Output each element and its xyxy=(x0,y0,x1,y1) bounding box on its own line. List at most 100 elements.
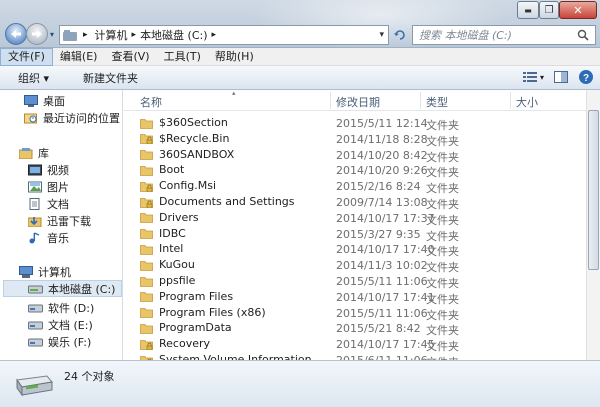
file-name-cell[interactable]: IDBC xyxy=(140,227,186,240)
table-row[interactable]: ProgramData 2015/5/21 8:42 文件夹 xyxy=(124,321,586,337)
menu-help[interactable]: 帮助(H) xyxy=(208,48,261,66)
address-segment-computer[interactable]: 计算机 xyxy=(95,27,128,43)
recent-pages-dropdown-icon[interactable]: ▾ xyxy=(50,30,54,39)
nav-item-libraries[interactable]: 库 xyxy=(19,144,49,161)
view-details-icon xyxy=(522,72,537,82)
table-row[interactable]: Documents and Settings 2009/7/14 13:08 文件夹 xyxy=(124,195,586,211)
nav-item-drive-d[interactable]: 软件 (D:) xyxy=(28,299,94,316)
file-name: ppsfile xyxy=(159,274,196,287)
close-button[interactable]: ✕ xyxy=(559,1,597,19)
organize-button[interactable]: 组织 ▾ xyxy=(0,70,59,86)
command-bar: 组织 ▾ 新建文件夹 ▾ ? xyxy=(0,66,600,90)
file-name-cell[interactable]: ppsfile xyxy=(140,274,195,287)
table-row[interactable]: ppsfile 2015/5/11 11:06 文件夹 xyxy=(124,274,586,290)
nav-item-videos[interactable]: 视频 xyxy=(28,161,69,178)
column-header-type[interactable]: 类型 xyxy=(426,94,448,110)
refresh-button[interactable] xyxy=(390,25,410,45)
table-row[interactable]: Config.Msi 2015/2/16 8:24 文件夹 xyxy=(124,179,586,195)
table-row[interactable]: $Recycle.Bin 2014/11/18 8:28 文件夹 xyxy=(124,132,586,148)
table-row[interactable]: Program Files (x86) 2015/5/11 11:06 文件夹 xyxy=(124,306,586,322)
column-divider[interactable] xyxy=(330,92,331,109)
search-input[interactable]: 搜索 本地磁盘 (C:) xyxy=(419,27,512,43)
nav-item-local-disk-c[interactable]: 本地磁盘 (C:) xyxy=(3,280,122,297)
file-date: 2014/10/17 17:41 xyxy=(336,290,435,304)
menu-view[interactable]: 查看(V) xyxy=(104,48,156,66)
table-row[interactable]: Program Files 2014/10/17 17:41 文件夹 xyxy=(124,290,586,306)
file-name-cell[interactable]: Recovery xyxy=(140,337,210,350)
address-root-arrow-icon[interactable]: ▸ xyxy=(83,30,88,40)
column-header-size[interactable]: 大小 xyxy=(516,94,538,110)
address-segment-drive-c[interactable]: 本地磁盘 (C:) xyxy=(140,27,207,43)
file-name-cell[interactable]: Program Files xyxy=(140,290,233,303)
file-name-cell[interactable]: Config.Msi xyxy=(140,179,216,192)
minimize-button[interactable]: ▬ xyxy=(517,1,539,19)
file-name-cell[interactable]: KuGou xyxy=(140,258,195,271)
table-row[interactable]: Intel 2014/10/17 17:40 文件夹 xyxy=(124,242,586,258)
scrollbar-thumb[interactable] xyxy=(588,110,599,270)
file-name-cell[interactable]: $Recycle.Bin xyxy=(140,132,229,145)
pictures-icon xyxy=(28,181,42,193)
file-name-cell[interactable]: 360SANDBOX xyxy=(140,148,234,161)
table-row[interactable]: Drivers 2014/10/17 17:37 文件夹 xyxy=(124,211,586,227)
folder-icon xyxy=(140,322,154,334)
forward-button[interactable] xyxy=(26,23,48,45)
file-name-cell[interactable]: ProgramData xyxy=(140,321,232,334)
file-name-cell[interactable]: Intel xyxy=(140,242,183,255)
table-row[interactable]: System Volume Information2015/6/11 11:06… xyxy=(124,353,586,360)
file-name: Drivers xyxy=(159,210,199,224)
column-header-name[interactable]: 名称 xyxy=(140,94,162,110)
address-bar[interactable]: ▸ 计算机 ▸ 本地磁盘 (C:) ▸ ▾ xyxy=(59,25,389,45)
table-row[interactable]: 360SANDBOX 2014/10/20 8:42 文件夹 xyxy=(124,148,586,164)
drive-icon xyxy=(28,284,43,294)
nav-item-pictures[interactable]: 图片 xyxy=(28,178,69,195)
nav-item-desktop[interactable]: 桌面 xyxy=(24,92,65,109)
file-name-cell[interactable]: Program Files (x86) xyxy=(140,306,266,319)
table-row[interactable]: KuGou 2014/11/3 10:02 文件夹 xyxy=(124,258,586,274)
table-row[interactable]: Boot 2014/10/20 9:26 文件夹 xyxy=(124,163,586,179)
nav-item-music[interactable]: 音乐 xyxy=(28,229,69,246)
table-row[interactable]: Recovery 2014/10/17 17:45 文件夹 xyxy=(124,337,586,353)
help-button[interactable]: ? xyxy=(578,69,594,85)
menu-tools[interactable]: 工具(T) xyxy=(157,48,208,66)
file-name: Intel xyxy=(159,242,184,256)
nav-item-drive-e[interactable]: 文档 (E:) xyxy=(28,316,93,333)
new-folder-button[interactable]: 新建文件夹 xyxy=(59,70,148,86)
menu-edit[interactable]: 编辑(E) xyxy=(53,48,105,66)
column-divider[interactable] xyxy=(420,92,421,109)
nav-item-recent-places[interactable]: 最近访问的位置 xyxy=(24,109,120,126)
preview-pane-button[interactable] xyxy=(554,71,568,83)
search-box[interactable]: 搜索 本地磁盘 (C:) xyxy=(412,25,596,45)
back-button[interactable] xyxy=(5,23,27,45)
address-separator-icon[interactable]: ▸ xyxy=(212,30,217,40)
file-name-cell[interactable]: Documents and Settings xyxy=(140,195,295,208)
file-name-cell[interactable]: Boot xyxy=(140,163,184,176)
menu-file[interactable]: 文件(F) xyxy=(0,47,53,66)
file-name-cell[interactable]: Drivers xyxy=(140,211,199,224)
table-row[interactable]: IDBC 2015/3/27 9:35 文件夹 xyxy=(124,227,586,243)
folder-icon xyxy=(140,148,154,160)
file-type: 文件夹 xyxy=(426,182,459,196)
file-date: 2014/11/3 10:02 xyxy=(336,259,428,273)
search-icon[interactable] xyxy=(577,29,589,41)
column-divider[interactable] xyxy=(510,92,511,109)
nav-item-computer[interactable]: 计算机 xyxy=(19,263,71,280)
refresh-icon xyxy=(394,30,405,40)
view-options-button[interactable]: ▾ xyxy=(522,71,544,83)
maximize-button[interactable]: ❐ xyxy=(539,1,559,19)
file-type: 文件夹 xyxy=(426,134,459,148)
column-header-date[interactable]: 修改日期 xyxy=(336,94,380,110)
file-name: Program Files (x86) xyxy=(159,305,266,319)
nav-item-drive-f[interactable]: 娱乐 (F:) xyxy=(28,333,91,350)
nav-item-xunlei-downloads[interactable]: 迅雷下载 xyxy=(28,212,91,229)
address-separator-icon[interactable]: ▸ xyxy=(132,30,137,40)
file-type: 文件夹 xyxy=(426,198,459,211)
view-dropdown-icon[interactable]: ▾ xyxy=(540,73,544,82)
file-name: 360SANDBOX xyxy=(159,147,235,161)
nav-item-documents[interactable]: 文档 xyxy=(28,195,69,212)
address-dropdown-icon[interactable]: ▾ xyxy=(379,30,384,40)
file-date: 2014/10/17 17:45 xyxy=(336,338,435,352)
file-name-cell[interactable]: System Volume Information xyxy=(140,353,312,360)
vertical-scrollbar[interactable] xyxy=(586,90,600,360)
table-row[interactable]: $360Section 2015/5/11 12:14 文件夹 xyxy=(124,116,586,132)
file-name-cell[interactable]: $360Section xyxy=(140,116,228,129)
